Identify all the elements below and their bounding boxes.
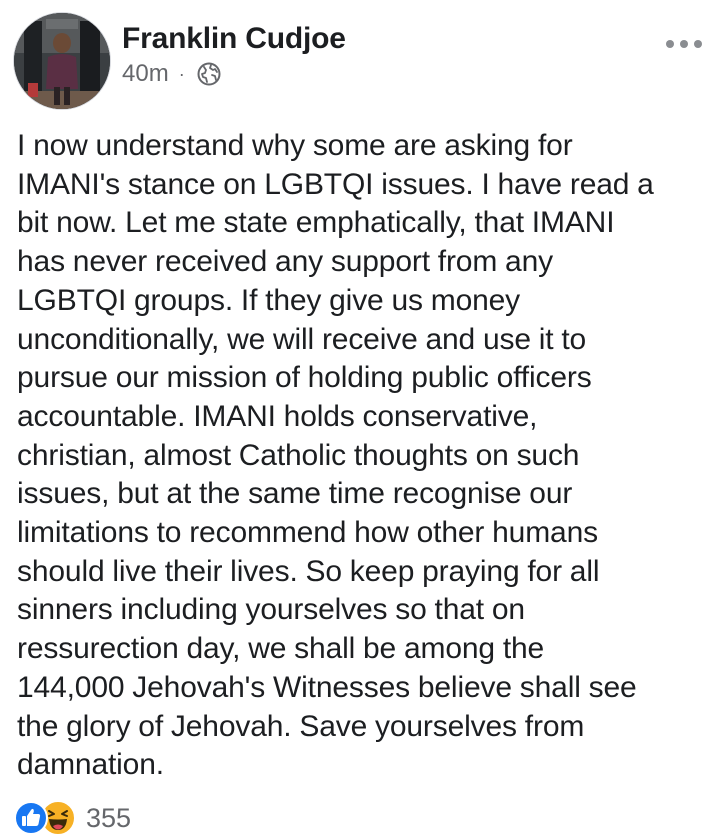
- author-avatar[interactable]: [14, 13, 110, 109]
- meta-separator: ·: [178, 63, 185, 84]
- author-name[interactable]: Franklin Cudjoe: [122, 20, 346, 58]
- reactions-summary[interactable]: 355: [14, 798, 131, 838]
- post-body-text: I now understand why some are asking for…: [17, 129, 654, 782]
- avatar-photo: [14, 13, 110, 109]
- post-meta: 40m ·: [122, 58, 221, 90]
- more-horizontal-icon: [666, 40, 702, 48]
- like-icon: [14, 801, 48, 835]
- post-timestamp[interactable]: 40m: [122, 60, 169, 88]
- globe-icon[interactable]: [197, 62, 221, 86]
- more-options-button[interactable]: [664, 30, 704, 58]
- reaction-count: 355: [86, 802, 132, 833]
- reaction-icons: [14, 800, 84, 836]
- facebook-post: Franklin Cudjoe 40m · I now understand w…: [0, 0, 720, 840]
